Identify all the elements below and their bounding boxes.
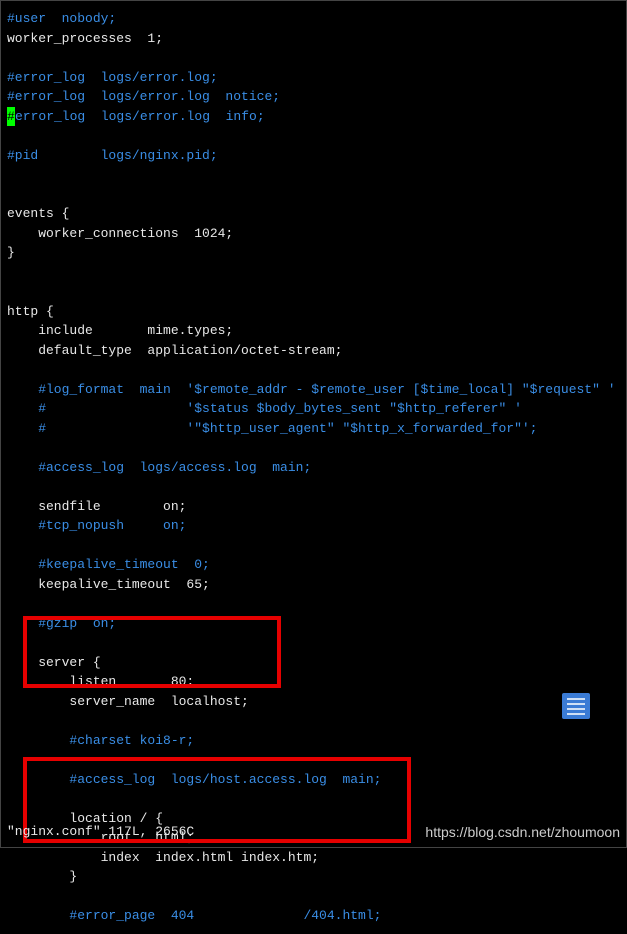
code-line: #gzip on; [7,614,620,634]
code-line: #error_log logs/error.log notice; [7,87,620,107]
code-line: keepalive_timeout 65; [7,575,620,595]
code-line: #keepalive_timeout 0; [7,555,620,575]
code-line [7,282,620,302]
code-line: #log_format main '$remote_addr - $remote… [7,380,620,400]
code-line [7,360,620,380]
code-line: #pid logs/nginx.pid; [7,146,620,166]
code-line [7,887,620,907]
code-line: include mime.types; [7,321,620,341]
code-line: #error_log logs/error.log; [7,68,620,88]
code-line: #access_log logs/access.log main; [7,458,620,478]
code-line: #access_log logs/host.access.log main; [7,770,620,790]
code-line: index index.html index.htm; [7,848,620,868]
code-line: events { [7,204,620,224]
code-line [7,438,620,458]
code-line: # '"$http_user_agent" "$http_x_forwarded… [7,419,620,439]
code-line [7,126,620,146]
code-line: # '$status $body_bytes_sent "$http_refer… [7,399,620,419]
code-line: default_type application/octet-stream; [7,341,620,361]
menu-icon[interactable] [562,693,590,719]
watermark-text: https://blog.csdn.net/zhoumoon [425,822,620,843]
code-line [7,536,620,556]
code-line [7,594,620,614]
code-line [7,711,620,731]
code-line [7,263,620,283]
code-line [7,789,620,809]
code-line [7,633,620,653]
code-line: #charset koi8-r; [7,731,620,751]
code-line: listen 80; [7,672,620,692]
code-line: } [7,867,620,887]
code-editor[interactable]: #user nobody;worker_processes 1; #error_… [1,1,626,934]
code-line [7,165,620,185]
code-line: worker_connections 1024; [7,224,620,244]
code-line: server_name localhost; [7,692,620,712]
code-line: #error_log logs/error.log info; [7,107,620,127]
code-line [7,750,620,770]
code-line: server { [7,653,620,673]
code-line: } [7,243,620,263]
code-line: #user nobody; [7,9,620,29]
code-line: worker_processes 1; [7,29,620,49]
code-line [7,477,620,497]
code-line [7,48,620,68]
vim-status-line: "nginx.conf" 117L, 2656C [7,822,194,842]
code-line: #tcp_nopush on; [7,516,620,536]
code-line: sendfile on; [7,497,620,517]
code-line: #error_page 404 /404.html; [7,906,620,926]
code-line [7,185,620,205]
code-line: http { [7,302,620,322]
